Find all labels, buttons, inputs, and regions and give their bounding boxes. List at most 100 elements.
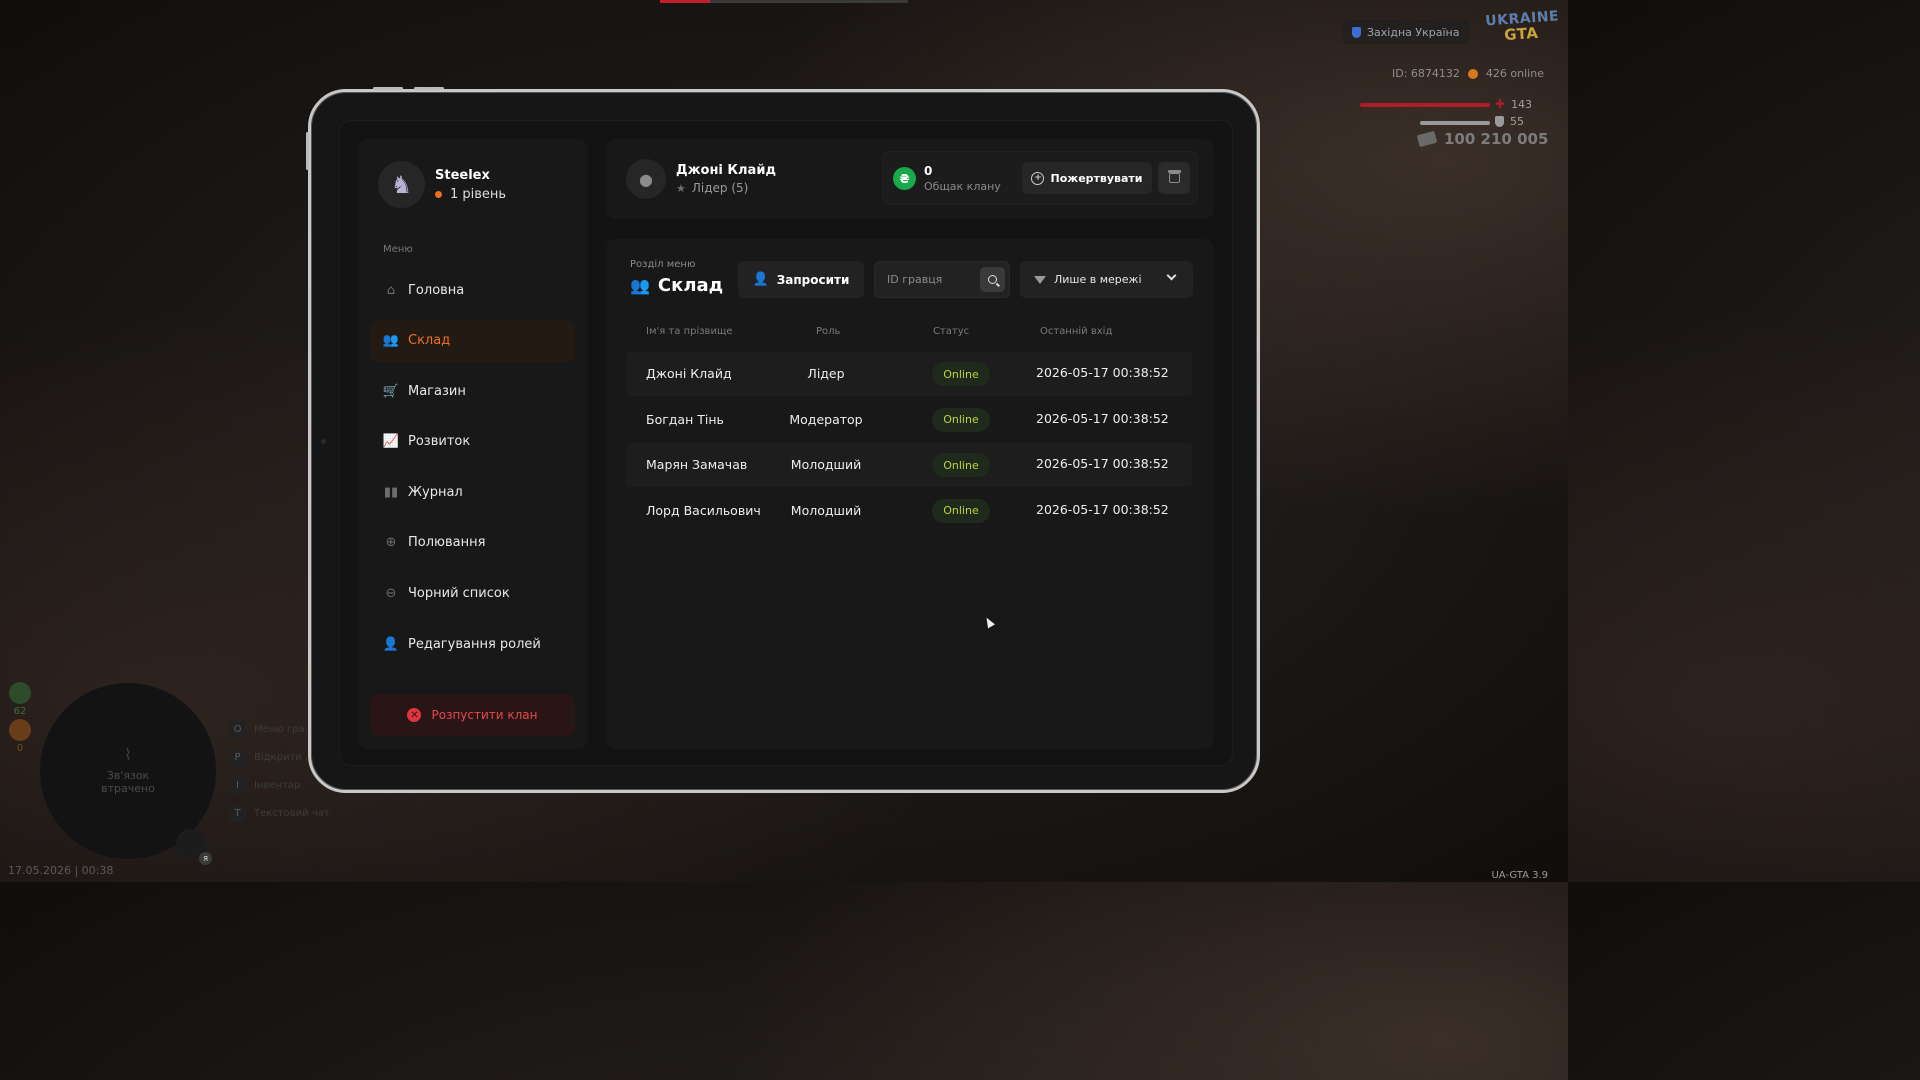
menu-title: Меню: [383, 244, 413, 255]
members-icon: 👥: [630, 276, 650, 295]
shop-icon: 🛒: [382, 383, 400, 399]
tablet-side-button: [306, 132, 309, 170]
member-name: Лорд Васильович: [646, 502, 761, 518]
sidebar-item-journal[interactable]: ▮▮ Журнал: [370, 471, 575, 513]
online-count: 426 online: [1485, 67, 1544, 80]
block-icon: ⊖: [385, 586, 397, 602]
sidebar-item-members[interactable]: 👥 Склад: [370, 319, 575, 362]
armor-value: 55: [1495, 115, 1524, 128]
leader-name: Джоні Клайд: [676, 163, 776, 178]
status-badge: Online: [932, 407, 990, 432]
member-role: Молодший: [790, 502, 862, 518]
home-icon: ⌂: [386, 282, 396, 298]
archive-icon: [1167, 170, 1181, 183]
column-name: Ім'я та прізвище: [646, 326, 733, 337]
section-title: 👥 Склад: [630, 275, 724, 296]
online-filter-dropdown[interactable]: Лише в мережі: [1020, 261, 1193, 298]
table-header: Ім'я та прізвище Роль Статус Останній вх…: [626, 326, 1192, 340]
member-name: Джоні Клайд: [646, 366, 732, 381]
hint-row: T Текстовий чат: [229, 805, 330, 822]
members-panel: Розділ меню 👥 Склад 👤 Запросити Лише в м…: [606, 239, 1214, 749]
sidebar-menu: ⌂ Головна 👥 Склад 🛒 Магазин 📈 Розвиток ▮…: [370, 269, 575, 674]
search-icon: [988, 275, 997, 284]
game-logo: UKRAINE GTA: [1484, 8, 1560, 45]
plus-circle-icon: +: [1031, 171, 1045, 185]
cash-icon: [1416, 130, 1438, 148]
server-name: Західна Україна: [1367, 25, 1460, 39]
sidebar-item-shop[interactable]: 🛒 Магазин: [370, 370, 575, 412]
player-id: ID: 6874132: [1392, 67, 1460, 80]
tablet-frame: ♞ Steelex 1 рівень Меню ⌂ Головна 👥 Скла…: [306, 87, 1260, 793]
members-icon: 👥: [382, 333, 400, 349]
member-role: Молодший: [790, 457, 862, 473]
hunger-icon: [9, 682, 31, 704]
username: Steelex: [435, 167, 490, 183]
filter-icon: [1034, 275, 1046, 284]
table-row[interactable]: Богдан Тінь Модератор Online 2026-05-17 …: [626, 398, 1192, 442]
armor-shield-icon: [1495, 116, 1504, 127]
star-icon: ★: [676, 181, 686, 195]
member-name: Богдан Тінь: [646, 411, 724, 427]
user-profile: ♞ Steelex 1 рівень: [378, 161, 506, 208]
hud-progress-bar: [660, 0, 908, 3]
version-label: UA-GTA 3.9: [1491, 870, 1548, 881]
health-value: ✚ 143: [1495, 97, 1533, 111]
bank-label: Общак клану: [924, 180, 1001, 193]
player-id-input[interactable]: [875, 262, 975, 297]
health-cross-icon: ✚: [1495, 97, 1506, 111]
datetime: 17.05.2026 | 00:38: [8, 864, 114, 877]
leader-role: ★ Лідер (5): [676, 181, 749, 195]
minimap-status: Зв'язок втрачено: [101, 768, 155, 795]
column-last-login: Останній вхід: [1040, 326, 1113, 337]
tablet-screen: ♞ Steelex 1 рівень Меню ⌂ Головна 👥 Скла…: [339, 120, 1233, 766]
table-row[interactable]: Лорд Васильович Молодший Online 2026-05-…: [626, 489, 1192, 533]
sidebar-item-blacklist[interactable]: ⊖ Чорний список: [370, 573, 575, 615]
mic-key-badge: Я: [199, 852, 212, 865]
member-role: Лідер: [807, 366, 845, 381]
bank-amount: 0: [924, 164, 933, 178]
chevron-down-icon: [1166, 270, 1177, 281]
player-info: ID: 6874132 426 online: [1392, 67, 1544, 80]
member-name: Марян Замачав: [646, 457, 748, 473]
status-badge: Online: [932, 453, 990, 478]
tablet-button: [414, 87, 444, 90]
user-level: 1 рівень: [435, 187, 506, 202]
member-last-login: 2026-05-17 00:38:52: [1036, 365, 1169, 380]
no-signal-icon: ⌇: [124, 744, 132, 764]
sidebar-item-hunting[interactable]: ⊕ Полювання: [370, 522, 575, 564]
member-last-login: 2026-05-17 00:38:52: [1036, 410, 1169, 426]
member-last-login: 2026-05-17 00:38:52: [1036, 456, 1169, 472]
add-user-icon: 👤: [752, 272, 769, 287]
chart-icon: 📈: [382, 434, 400, 450]
archive-button[interactable]: [1158, 162, 1190, 194]
member-last-login: 2026-05-17 00:38:52: [1036, 501, 1169, 517]
sidebar-item-roles[interactable]: 👤 Редагування ролей: [370, 623, 575, 665]
table-row[interactable]: Марян Замачав Молодший Online 2026-05-17…: [626, 443, 1192, 488]
table-row[interactable]: Джоні Клайд Лідер Online 2026-05-17 00:3…: [626, 352, 1192, 396]
leader-info: ● Джоні Клайд ★ Лідер (5): [626, 159, 776, 199]
donate-button[interactable]: + Пожертвувати: [1022, 162, 1152, 194]
sidebar: ♞ Steelex 1 рівень Меню ⌂ Головна 👥 Скла…: [358, 139, 588, 749]
members-table: Джоні Клайд Лідер Online 2026-05-17 00:3…: [626, 352, 1192, 534]
member-role: Модератор: [789, 411, 863, 427]
hint-row: I Інвентар: [229, 777, 330, 794]
column-role: Роль: [816, 326, 841, 337]
server-badge: Західна Україна: [1342, 20, 1470, 44]
dissolve-clan-button[interactable]: ✕ Розпустити клан: [370, 694, 575, 736]
clan-bank: ₴ 0 Общак клану + Пожертвувати: [882, 151, 1198, 205]
section-subtitle: Розділ меню: [630, 259, 696, 270]
sidebar-item-home[interactable]: ⌂ Головна: [370, 269, 575, 311]
clan-header: ● Джоні Клайд ★ Лідер (5) ₴ 0 Общак клан…: [606, 139, 1214, 219]
close-circle-icon: ✕: [407, 708, 422, 722]
coin-icon: ₴: [893, 167, 916, 190]
search-button[interactable]: [980, 267, 1005, 292]
user-edit-icon: 👤: [382, 636, 400, 652]
armor-bar: [1420, 121, 1490, 125]
user-icon: ●: [626, 159, 666, 199]
level-dot-icon: [435, 190, 442, 198]
sidebar-item-development[interactable]: 📈 Розвиток: [370, 421, 575, 463]
money-display: 100 210 005: [1416, 130, 1548, 148]
invite-button[interactable]: 👤 Запросити: [738, 261, 864, 298]
status-badge: Online: [932, 498, 990, 523]
avatar: ♞: [378, 161, 425, 208]
